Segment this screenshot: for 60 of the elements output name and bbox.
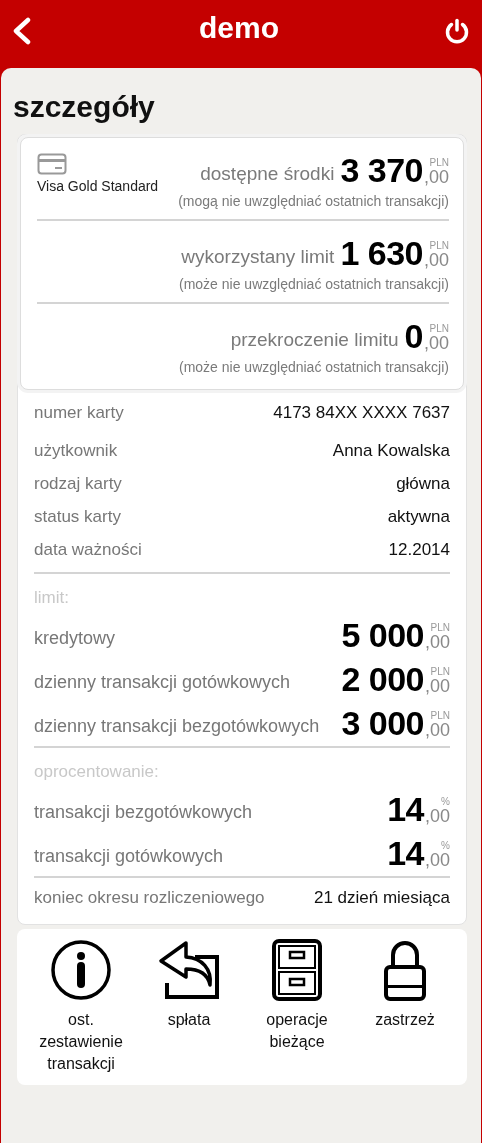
window-title: demo xyxy=(199,11,279,46)
detail-label: status karty xyxy=(34,506,121,527)
currency-label: % xyxy=(441,841,450,851)
amount-value: 3 000 xyxy=(341,706,424,740)
amount-value: 5 000 xyxy=(341,618,424,652)
amount-value: 0 xyxy=(404,319,423,353)
amount-value: 3 370 xyxy=(340,153,423,187)
balance-note: (może nie uwzględniać ostatnich transakcji) xyxy=(179,276,449,292)
action-button[interactable]: zastrzeż xyxy=(357,939,453,1075)
currency-label: % xyxy=(441,797,450,807)
detail-value: główna xyxy=(396,473,450,494)
detail-label: koniec okresu rozliczeniowego xyxy=(34,888,265,908)
currency-label: PLN xyxy=(429,241,449,251)
amount-decimals: ,00 xyxy=(424,851,450,869)
detail-label: transakcji bezgotówkowych xyxy=(34,802,253,824)
detail-label: numer karty xyxy=(34,403,124,423)
amount-decimals: ,00 xyxy=(423,168,449,186)
card-icon xyxy=(37,153,67,175)
card-name: Visa Gold Standard xyxy=(37,178,159,194)
padlock-icon xyxy=(384,939,426,1001)
action-button[interactable]: spłata xyxy=(141,939,237,1075)
amount-decimals: ,00 xyxy=(424,721,450,739)
amount-value: 1 630 xyxy=(340,236,423,270)
detail-label: użytkownik xyxy=(34,440,118,461)
currency-label: PLN xyxy=(429,158,449,168)
reply-arrow-icon xyxy=(158,939,220,1001)
info-icon xyxy=(50,939,112,1001)
detail-label: dzienny transakcji gotówkowych xyxy=(34,672,291,694)
action-button[interactable]: ost. zestawienie transakcji xyxy=(33,939,129,1075)
amount-value: 14 xyxy=(387,792,424,826)
balance-label: wykorzystany limit xyxy=(181,246,335,269)
detail-label: transakcji gotówkowych xyxy=(34,846,224,868)
page-title: szczegóły xyxy=(13,90,156,124)
cabinet-icon xyxy=(272,939,322,1001)
amount-value: 14 xyxy=(387,836,424,870)
amount-decimals: ,00 xyxy=(423,334,449,352)
detail-label: rodzaj karty xyxy=(34,473,122,494)
balance-note: (może nie uwzględniać ostatnich transakcji) xyxy=(179,359,449,375)
detail-label: kredytowy xyxy=(34,628,116,650)
detail-label: data ważności xyxy=(34,539,142,560)
action-button[interactable]: operacje bieżące xyxy=(249,939,345,1075)
detail-value: 4173 84XX XXXX 7637 xyxy=(273,403,450,423)
balance-label: przekroczenie limitu xyxy=(230,329,399,352)
amount-decimals: ,00 xyxy=(423,251,449,269)
detail-value: 12.2014 xyxy=(388,539,450,560)
amount-decimals: ,00 xyxy=(424,633,450,651)
detail-label: dzienny transakcji bezgotówkowych xyxy=(34,716,320,738)
amount-decimals: ,00 xyxy=(424,677,450,695)
currency-label: PLN xyxy=(430,711,450,721)
amount-value: 2 000 xyxy=(341,662,424,696)
detail-value: Anna Kowalska xyxy=(332,440,450,461)
currency-label: PLN xyxy=(429,324,449,334)
amount-decimals: ,00 xyxy=(424,807,450,825)
balance-label: dostępne środki xyxy=(200,163,335,186)
power-icon[interactable] xyxy=(444,18,470,44)
balance-note: (mogą nie uwzględniać ostatnich transakcji) xyxy=(178,193,449,209)
currency-label: PLN xyxy=(430,623,450,633)
currency-label: PLN xyxy=(430,667,450,677)
detail-value: 21 dzień miesiąca xyxy=(313,888,450,908)
detail-value: aktywna xyxy=(387,506,450,527)
